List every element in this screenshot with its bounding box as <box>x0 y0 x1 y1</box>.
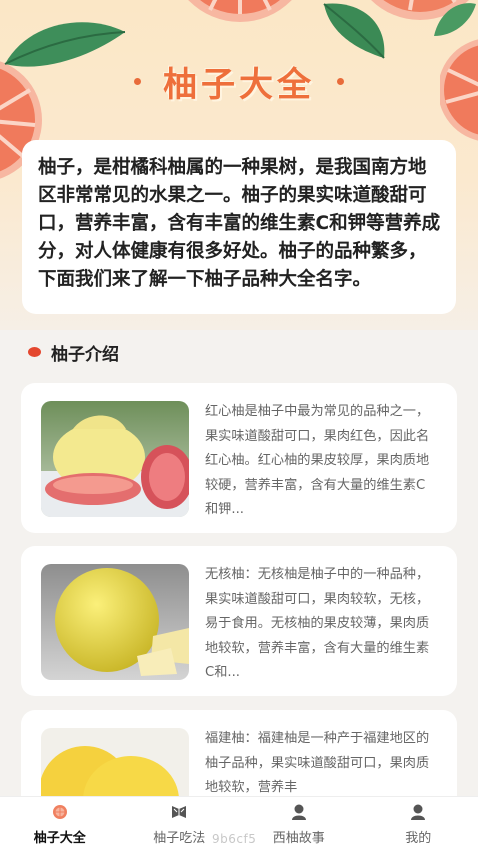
tab-pomelo-encyclopedia[interactable]: 柚子大全 <box>0 797 120 851</box>
watermark: 9b6cf5 <box>212 832 256 846</box>
tab-label: 西柚故事 <box>273 827 325 846</box>
book-icon <box>170 803 188 821</box>
pomelo-icon <box>51 803 69 821</box>
intro-text: 柚子，是柑橘科柚属的一种果树，是我国南方地区非常常见的水果之一。柚子的果实味道酸… <box>38 154 442 294</box>
seedless-pomelo-photo <box>41 564 189 680</box>
title-dot-right <box>337 78 344 85</box>
leaf-far-right-icon <box>430 0 478 40</box>
list-item[interactable]: 无核柚：无核柚是柚子中的一种品种，果实味道酸甜可口，果肉较软，无核，易于食用。无… <box>21 546 457 696</box>
profile-icon <box>409 803 427 821</box>
person-icon <box>290 803 308 821</box>
page-title-row: 柚子大全 <box>0 56 478 106</box>
tab-label: 柚子吃法 <box>153 827 205 846</box>
list-item[interactable]: 红心柚是柚子中最为常见的品种之一，果实味道酸甜可口，果肉红色，因此名红心柚。红心… <box>21 383 457 533</box>
grapefruit-slice-top-icon <box>150 0 330 30</box>
tab-my-profile[interactable]: 我的 <box>359 797 478 851</box>
intro-card: 柚子，是柑橘科柚属的一种果树，是我国南方地区非常常见的水果之一。柚子的果实味道酸… <box>22 140 456 314</box>
red-pomelo-photo <box>41 401 189 517</box>
tab-label: 柚子大全 <box>34 827 86 846</box>
section-title: 柚子介绍 <box>51 340 119 365</box>
section-header: 柚子介绍 <box>28 338 119 366</box>
item-description: 红心柚是柚子中最为常见的品种之一，果实味道酸甜可口，果肉红色，因此名红心柚。红心… <box>205 400 435 522</box>
title-dot-left <box>134 78 141 85</box>
tab-grapefruit-stories[interactable]: 西柚故事 <box>239 797 359 851</box>
leaf-right-icon <box>318 0 390 62</box>
tab-label: 我的 <box>405 827 431 846</box>
item-description: 福建柚：福建柚是一种产于福建地区的柚子品种，果实味道酸甜可口，果肉质地较软，营养… <box>205 727 435 801</box>
section-dot <box>28 347 41 357</box>
page-title: 柚子大全 <box>163 57 315 106</box>
item-description: 无核柚：无核柚是柚子中的一种品种，果实味道酸甜可口，果肉较软，无核，易于食用。无… <box>205 563 435 685</box>
